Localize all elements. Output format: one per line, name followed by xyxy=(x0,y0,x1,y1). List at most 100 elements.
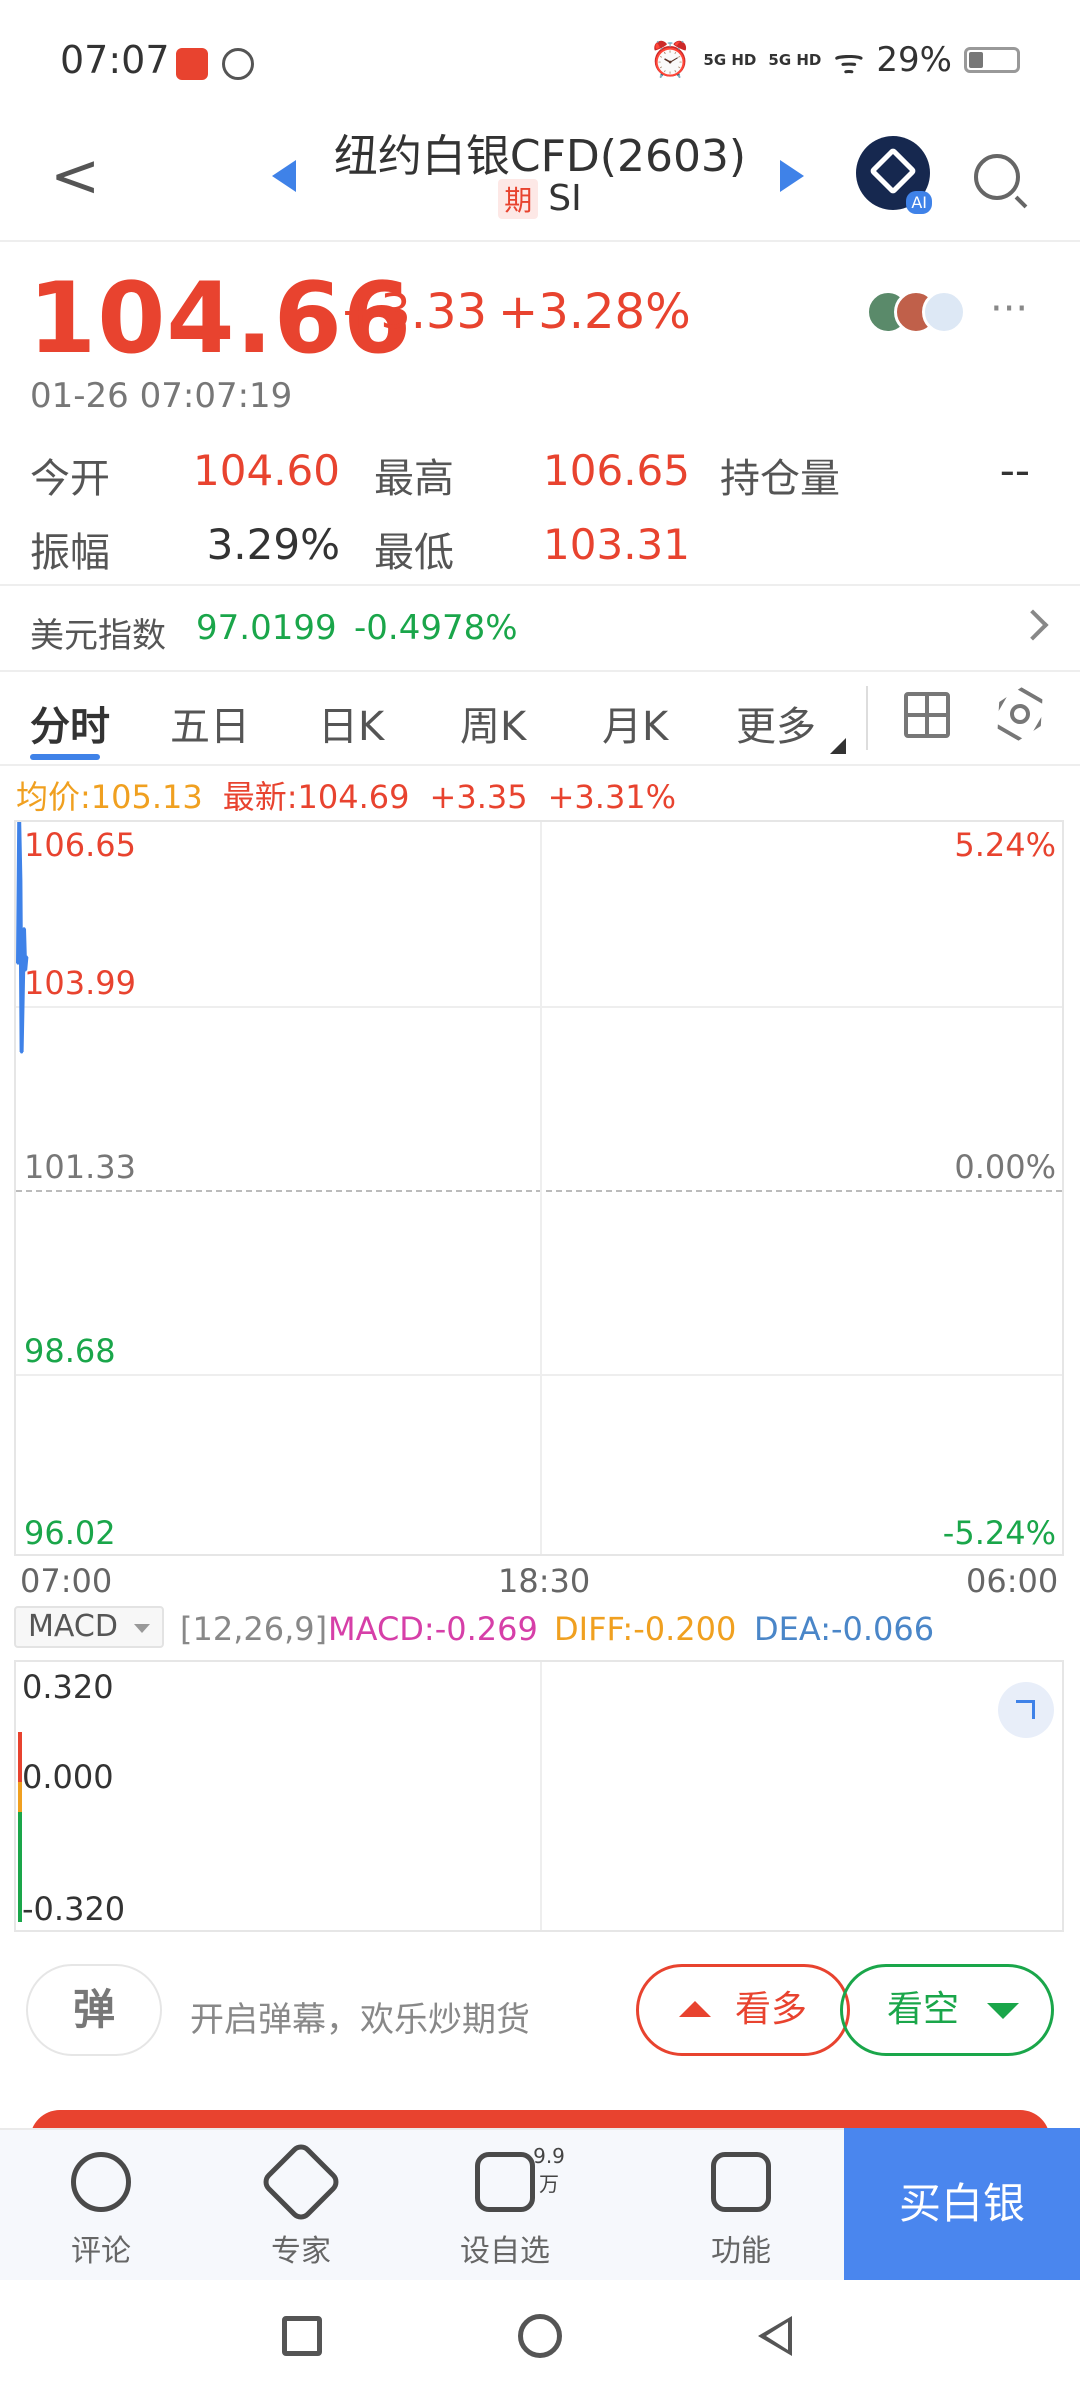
danmu-input[interactable]: 开启弹幕，欢乐炒期货 xyxy=(190,1992,530,2041)
expert-icon xyxy=(258,2139,344,2225)
macd-chart[interactable]: 0.320 0.000 -0.320 xyxy=(14,1660,1064,1932)
bullish-label: 看多 xyxy=(735,1989,808,2030)
y-tick-5: 96.02 xyxy=(24,1514,116,1552)
open-value: 104.60 xyxy=(193,446,340,495)
price-point xyxy=(22,927,26,931)
expert-button[interactable]: 专家 xyxy=(236,2130,366,2282)
oi-value: -- xyxy=(999,446,1030,495)
macd-value: MACD:-0.269 xyxy=(328,1610,538,1648)
x-tick-start: 07:00 xyxy=(20,1562,113,1600)
chevron-right-icon xyxy=(1017,609,1049,641)
price-point xyxy=(18,879,22,883)
y-tick-1: 106.65 xyxy=(24,826,136,864)
grid-line xyxy=(540,1662,542,1930)
nav-header: < 纽约白银CFD(2603) 期 SI AI xyxy=(0,110,1080,240)
settings-icon-center xyxy=(1010,704,1030,724)
amplitude-label: 振幅 xyxy=(30,530,110,576)
expand-icon[interactable] xyxy=(998,1682,1054,1738)
quote-timestamp: 01-26 07:07:19 xyxy=(30,376,293,416)
futures-tag: 期 xyxy=(498,179,539,219)
chart-info-line: 均价:105.13 最新:104.69 +3.35 +3.31% xyxy=(16,772,696,818)
expert-label: 专家 xyxy=(271,2234,331,2269)
ai-badge: AI xyxy=(906,191,932,214)
status-bar: 07:07 ⏰ 5G HD 5G HD ᯤ 29% xyxy=(0,0,1080,120)
bearish-button[interactable]: 看空 xyxy=(840,1964,1054,2056)
macd-tick-bottom: -0.320 xyxy=(22,1890,126,1928)
add-watchlist-button[interactable]: 9.9万 设自选 xyxy=(440,2130,570,2282)
chart-tabs: 分时 五日 日K 周K 月K 更多 xyxy=(0,676,1080,766)
watchlist-count: 9.9万 xyxy=(533,2144,565,2196)
up-arrow-icon xyxy=(679,2001,711,2017)
intraday-chart[interactable]: 106.65 103.99 101.33 98.68 96.02 5.24% 0… xyxy=(14,820,1064,1556)
more-icon[interactable]: ··· xyxy=(990,286,1028,332)
price-point xyxy=(24,955,28,959)
x-tick-mid: 18:30 xyxy=(498,1562,591,1600)
tab-weekly-k[interactable]: 周K xyxy=(460,694,526,752)
price-change-pct: +3.28% xyxy=(498,284,691,340)
high-value: 106.65 xyxy=(543,446,690,495)
dollar-index-label: 美元指数 xyxy=(30,616,166,656)
open-label: 今开 xyxy=(30,456,110,502)
back-icon[interactable]: < xyxy=(50,146,100,206)
notification-icon xyxy=(222,48,254,80)
dollar-index-value: 97.0199 xyxy=(196,608,337,648)
danmu-toggle-button[interactable]: 弹 xyxy=(26,1964,162,2056)
oi-label: 持仓量 xyxy=(720,456,840,502)
x-tick-end: 06:00 xyxy=(966,1562,1059,1600)
buy-silver-button[interactable]: 买白银 xyxy=(844,2128,1080,2280)
page-subtitle: 期 SI xyxy=(300,178,780,219)
avg-price: 均价:105.13 xyxy=(16,778,203,816)
watchlist-icon xyxy=(475,2152,535,2212)
menu-icon xyxy=(711,2152,771,2212)
macd-tick-zero: 0.000 xyxy=(22,1758,114,1796)
function-button[interactable]: 功能 xyxy=(676,2130,806,2282)
layout-grid-icon[interactable] xyxy=(904,692,950,738)
user-avatars[interactable] xyxy=(866,290,976,334)
tab-indicator xyxy=(30,754,100,760)
tab-more[interactable]: 更多 xyxy=(736,694,816,752)
amplitude-value: 3.29% xyxy=(206,520,340,569)
signal-1: 5G HD xyxy=(703,51,757,69)
price-point xyxy=(16,961,20,965)
home-icon[interactable] xyxy=(518,2314,562,2358)
watchlist-label: 设自选 xyxy=(460,2234,550,2269)
latest-change: +3.35 xyxy=(429,778,528,816)
high-label: 最高 xyxy=(374,456,454,502)
y-right-tick-1: 5.24% xyxy=(954,826,1056,864)
recent-apps-icon[interactable] xyxy=(282,2316,322,2356)
comment-button[interactable]: 评论 xyxy=(36,2130,166,2282)
y-tick-2: 103.99 xyxy=(24,964,136,1002)
bullish-button[interactable]: 看多 xyxy=(636,1964,850,2056)
page-title: 纽约白银CFD(2603) xyxy=(333,131,747,182)
back-nav-icon[interactable] xyxy=(758,2316,792,2356)
divider xyxy=(0,240,1080,242)
symbol: SI xyxy=(548,178,582,219)
ai-assistant-button[interactable]: AI xyxy=(856,136,932,214)
y-tick-4: 98.68 xyxy=(24,1332,116,1370)
indicator-select[interactable]: MACD xyxy=(14,1606,164,1648)
tab-daily-k[interactable]: 日K xyxy=(318,694,384,752)
signal-2: 5G HD xyxy=(768,51,822,69)
battery-text: 29% xyxy=(876,40,952,80)
tab-monthly-k[interactable]: 月K xyxy=(602,694,668,752)
low-value: 103.31 xyxy=(543,520,690,569)
dollar-index-change: -0.4978% xyxy=(354,608,518,648)
battery-icon xyxy=(964,47,1020,73)
comment-label: 评论 xyxy=(71,2234,131,2269)
dollar-index-row[interactable]: 美元指数 97.0199 -0.4978% xyxy=(0,584,1080,672)
status-time: 07:07 xyxy=(60,38,170,82)
prev-contract-icon[interactable] xyxy=(272,160,296,192)
tab-five-day[interactable]: 五日 xyxy=(170,694,250,752)
system-nav-bar xyxy=(0,2280,1080,2408)
dea-value: DEA:-0.066 xyxy=(754,1610,935,1648)
y-right-tick-5: -5.24% xyxy=(942,1514,1056,1552)
macd-tick-top: 0.320 xyxy=(22,1668,114,1706)
search-icon[interactable] xyxy=(974,154,1020,200)
price-line-chart xyxy=(16,822,29,1054)
next-contract-icon[interactable] xyxy=(780,160,804,192)
alarm-icon: ⏰ xyxy=(649,40,692,80)
diff-value: DIFF:-0.200 xyxy=(554,1610,737,1648)
tab-intraday[interactable]: 分时 xyxy=(30,694,110,752)
latest-price: 最新:104.69 xyxy=(222,778,410,816)
down-arrow-icon xyxy=(987,2003,1019,2019)
